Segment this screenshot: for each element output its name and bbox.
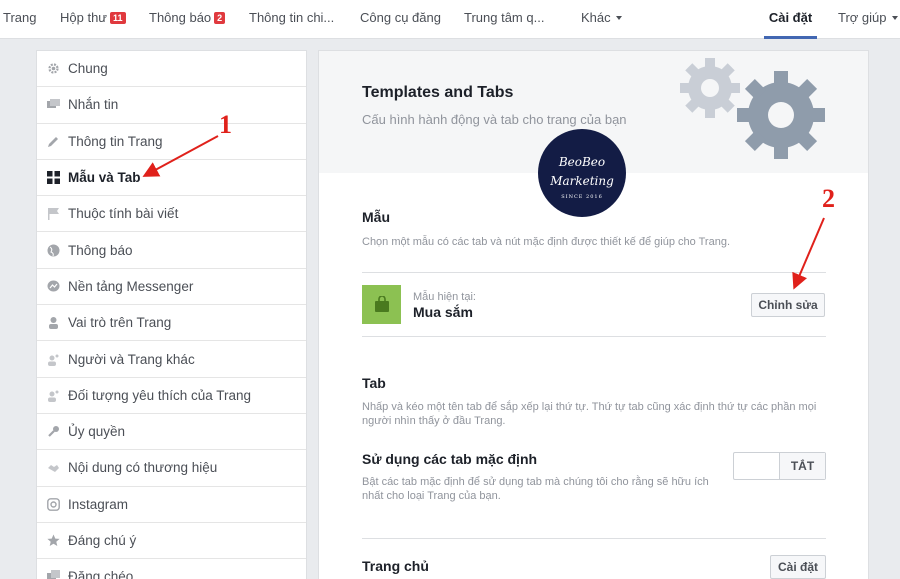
chevron-down-icon xyxy=(615,16,622,20)
sidebar-item-label: Thông tin Trang xyxy=(68,133,163,149)
gear-icon xyxy=(46,62,60,76)
tab-section-desc: Nhấp và kéo một tên tab để sắp xếp lại t… xyxy=(362,401,817,427)
sidebar-item-label: Nền tảng Messenger xyxy=(68,278,194,294)
sidebar-item-label: Chung xyxy=(68,61,108,77)
nav-tab-settings[interactable]: Cài đặt xyxy=(764,0,817,39)
sidebar-item-notifications[interactable]: Thông báo xyxy=(37,232,306,269)
nav-tab-center-label: Trung tâm q... xyxy=(464,10,545,25)
tab-section-title: Tab xyxy=(362,375,386,391)
nav-tab-help[interactable]: Trợ giúp xyxy=(838,0,898,39)
settings-sidebar: Chung Nhắn tin Thông tin Trang Mẫu và Ta… xyxy=(36,50,307,579)
sidebar-item-label: Vai trò trên Trang xyxy=(68,315,172,331)
nav-tab-center[interactable]: Trung tâm q... xyxy=(464,0,544,39)
default-tabs-toggle[interactable]: TẮT xyxy=(733,452,826,480)
sidebar-item-people-other-pages[interactable]: Người và Trang khác xyxy=(37,341,306,378)
sidebar-item-instagram[interactable]: Instagram xyxy=(37,487,306,523)
sidebar-item-label: Instagram xyxy=(68,496,129,512)
sidebar-item-label: Nội dung có thương hiệu xyxy=(68,460,218,476)
nav-tab-page[interactable]: Trang xyxy=(3,0,36,39)
nav-tab-publishing-tools-label: Công cụ đăng xyxy=(360,10,441,25)
home-tab-settings-button[interactable]: Cài đặt xyxy=(770,555,826,579)
divider xyxy=(362,336,826,337)
sidebar-item-label: Đối tượng yêu thích của Trang xyxy=(68,387,251,403)
nav-tab-inbox[interactable]: Hộp thư 11 xyxy=(60,0,126,39)
annotation-number-1: 1 xyxy=(219,110,232,139)
sidebar-item-label: Người và Trang khác xyxy=(68,351,195,367)
messenger-icon xyxy=(46,279,60,293)
nav-tab-page-label: Trang xyxy=(3,10,37,25)
nav-tab-publishing-tools[interactable]: Công cụ đăng xyxy=(360,0,441,39)
crosspost-icon xyxy=(46,570,60,579)
nav-tab-info-label: Thông tin chi... xyxy=(249,10,335,25)
flag-icon xyxy=(46,207,60,221)
pencil-icon xyxy=(46,134,60,148)
nav-tab-notifications[interactable]: Thông báo 2 xyxy=(149,0,226,39)
current-template-label: Mẫu hiện tại: xyxy=(413,291,476,303)
page-title: Templates and Tabs xyxy=(362,84,514,101)
template-section-title: Mẫu xyxy=(362,209,390,225)
sidebar-item-featured[interactable]: Đáng chú ý xyxy=(37,523,306,560)
people-icon xyxy=(46,352,60,366)
wrench-icon xyxy=(46,425,60,439)
handshake-icon xyxy=(46,461,60,475)
nav-tab-more[interactable]: Khác xyxy=(581,0,622,39)
instagram-icon xyxy=(46,497,60,511)
template-section-desc: Chọn một mẫu có các tab và nút mặc định … xyxy=(362,236,731,248)
chat-icon xyxy=(46,98,60,112)
sidebar-item-messaging[interactable]: Nhắn tin xyxy=(37,87,306,124)
top-navigation-bar: Trang Hộp thư 11 Thông báo 2 Thông tin chi… xyxy=(0,0,900,39)
grid-icon xyxy=(46,171,60,185)
default-tabs-desc: Bật các tab mặc định để sử dụng tab mà c… xyxy=(362,476,709,502)
divider xyxy=(362,538,826,539)
person-icon xyxy=(46,316,60,330)
toggle-state-label: TẮT xyxy=(779,453,825,479)
sidebar-item-label: Thông báo xyxy=(68,242,133,258)
sidebar-item-crossposting[interactable]: Đăng chéo xyxy=(37,559,306,579)
sidebar-item-branded-content[interactable]: Nội dung có thương hiệu xyxy=(37,450,306,487)
sidebar-item-label: Thuộc tính bài viết xyxy=(68,206,179,222)
chevron-down-icon xyxy=(891,16,898,20)
star-icon xyxy=(46,534,60,548)
logo-line-2: Marketing xyxy=(550,174,614,188)
sidebar-item-label: Ủy quyền xyxy=(68,424,126,440)
annotation-number-2: 2 xyxy=(822,184,835,213)
sidebar-item-label: Đáng chú ý xyxy=(68,533,137,548)
templates-tabs-panel: Templates and Tabs Cấu hình hành động và… xyxy=(318,50,869,579)
home-tab-title: Trang chủ xyxy=(362,558,429,574)
logo-line-3: SINCE 2016 xyxy=(561,194,603,200)
nav-tab-settings-label: Cài đặt xyxy=(768,10,813,25)
default-tabs-title: Sử dụng các tab mặc định xyxy=(362,451,538,467)
divider xyxy=(362,272,826,273)
nav-tab-inbox-label: Hộp thư xyxy=(60,10,108,25)
sidebar-item-templates-tabs[interactable]: Mẫu và Tab xyxy=(37,160,306,197)
sidebar-item-label: Đăng chéo xyxy=(68,569,134,579)
sidebar-item-page-roles[interactable]: Vai trò trên Trang xyxy=(37,305,306,342)
page-subtitle: Cấu hình hành động và tab cho trang của … xyxy=(362,112,627,127)
sidebar-item-preferred-audience[interactable]: Đối tượng yêu thích của Trang xyxy=(37,378,306,414)
sidebar-item-label: Mẫu và Tab xyxy=(68,170,141,186)
sidebar-item-general[interactable]: Chung xyxy=(37,51,306,88)
sidebar-item-page-info[interactable]: Thông tin Trang xyxy=(37,124,306,160)
sidebar-item-label: Nhắn tin xyxy=(68,97,119,113)
current-template-value: Mua sắm xyxy=(413,304,473,320)
sidebar-item-post-attribution[interactable]: Thuộc tính bài viết xyxy=(37,196,306,233)
sidebar-item-authorizations[interactable]: Ủy quyền xyxy=(37,414,306,451)
shopping-bag-icon xyxy=(362,285,401,324)
logo-line-1: BeoBeo xyxy=(558,155,606,169)
nav-tab-info[interactable]: Thông tin chi... xyxy=(249,0,334,39)
globe-icon xyxy=(46,243,60,257)
inbox-count-badge: 11 xyxy=(110,12,126,24)
nav-tab-help-label: Trợ giúp xyxy=(838,10,887,25)
brand-logo: BeoBeo Marketing SINCE 2016 xyxy=(538,129,626,217)
edit-template-button[interactable]: Chỉnh sửa xyxy=(751,293,825,317)
gear-icon xyxy=(737,71,825,159)
people-icon xyxy=(46,388,60,402)
nav-tab-notifications-label: Thông báo xyxy=(149,10,212,25)
notifications-count-badge: 2 xyxy=(214,12,226,24)
sidebar-item-messenger-platform[interactable]: Nền tảng Messenger xyxy=(37,269,306,306)
nav-tab-more-label: Khác xyxy=(581,10,611,25)
